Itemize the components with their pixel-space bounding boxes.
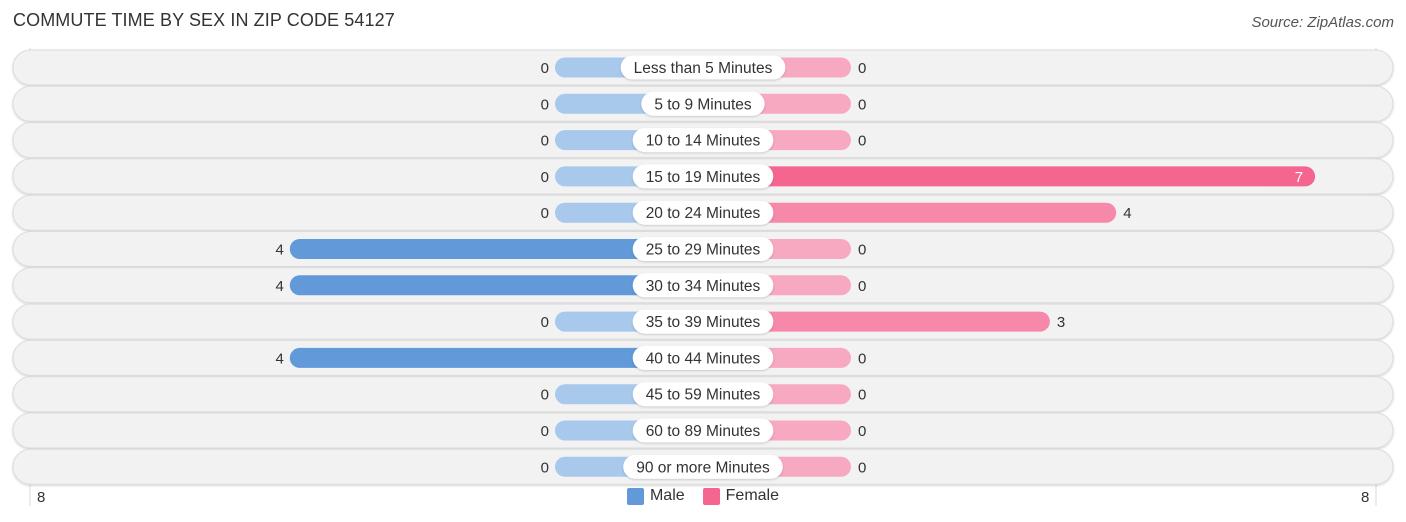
category-label: 20 to 24 Minutes [646,205,761,222]
category-label: 5 to 9 Minutes [654,96,752,113]
legend-item-male: Male [626,487,685,505]
female-value-label: 0 [858,387,866,404]
chart-area: 0 0 Less than 5 Minutes 0 0 5 to 9 Minutes 0 0 1… [12,48,1394,506]
category-label: 45 to 59 Minutes [646,387,761,404]
chart-row: 0 0 90 or more Minutes [12,448,1394,485]
male-value-label: 4 [275,242,283,259]
legend-swatch-male [626,487,644,505]
chart-row: 0 3 35 to 39 Minutes [12,303,1394,340]
female-value-label: 3 [1057,314,1065,331]
male-value-label: 0 [541,60,549,77]
male-value-label: 0 [541,169,549,186]
female-value-label: 4 [1123,205,1131,222]
category-label: 10 to 14 Minutes [646,133,761,150]
category-label: 30 to 34 Minutes [646,278,761,295]
chart-row: 4 0 30 to 34 Minutes [12,267,1394,304]
female-value-label: 0 [858,60,866,77]
female-bar [703,166,1316,187]
legend-label-female: Female [725,487,780,504]
chart-row: 4 0 25 to 29 Minutes [12,231,1394,267]
female-value-label: 7 [1295,169,1303,186]
male-value-label: 0 [541,423,549,440]
chart-row: 0 4 20 to 24 Minutes [12,194,1394,231]
female-value-label: 0 [858,459,866,476]
category-label: 35 to 39 Minutes [646,314,761,331]
category-label: Less than 5 Minutes [634,60,773,77]
chart-row: 0 7 15 to 19 Minutes [12,158,1394,195]
chart-row: 0 0 45 to 59 Minutes [12,376,1394,413]
male-value-label: 0 [541,314,549,331]
chart-row: 0 0 60 to 89 Minutes [12,412,1394,449]
female-value-label: 0 [858,350,866,367]
category-label: 40 to 44 Minutes [646,350,761,367]
female-value-label: 0 [858,96,866,113]
category-label: 25 to 29 Minutes [646,242,761,259]
male-value-label: 0 [541,205,549,222]
male-value-label: 4 [275,278,283,295]
female-value-label: 0 [858,423,866,440]
male-value-label: 0 [541,96,549,113]
legend-item-female: Female [702,487,780,505]
chart-row: 0 0 5 to 9 Minutes [12,85,1394,122]
chart-row: 0 0 Less than 5 Minutes [12,49,1394,86]
female-value-label: 0 [858,242,866,259]
chart-row: 4 0 40 to 44 Minutes [12,339,1394,376]
category-label: 60 to 89 Minutes [646,423,761,440]
legend-swatch-female [702,487,720,505]
male-value-label: 0 [541,459,549,476]
chart-row: 0 0 10 to 14 Minutes [12,122,1394,159]
legend-label-male: Male [649,487,685,504]
female-value-label: 0 [858,278,866,295]
category-label: 15 to 19 Minutes [646,169,761,186]
male-value-label: 0 [541,133,549,150]
legend: Male Female [0,487,1406,505]
female-value-label: 0 [858,133,866,150]
male-value-label: 0 [541,387,549,404]
male-value-label: 4 [275,350,283,367]
category-label: 90 or more Minutes [636,459,770,476]
